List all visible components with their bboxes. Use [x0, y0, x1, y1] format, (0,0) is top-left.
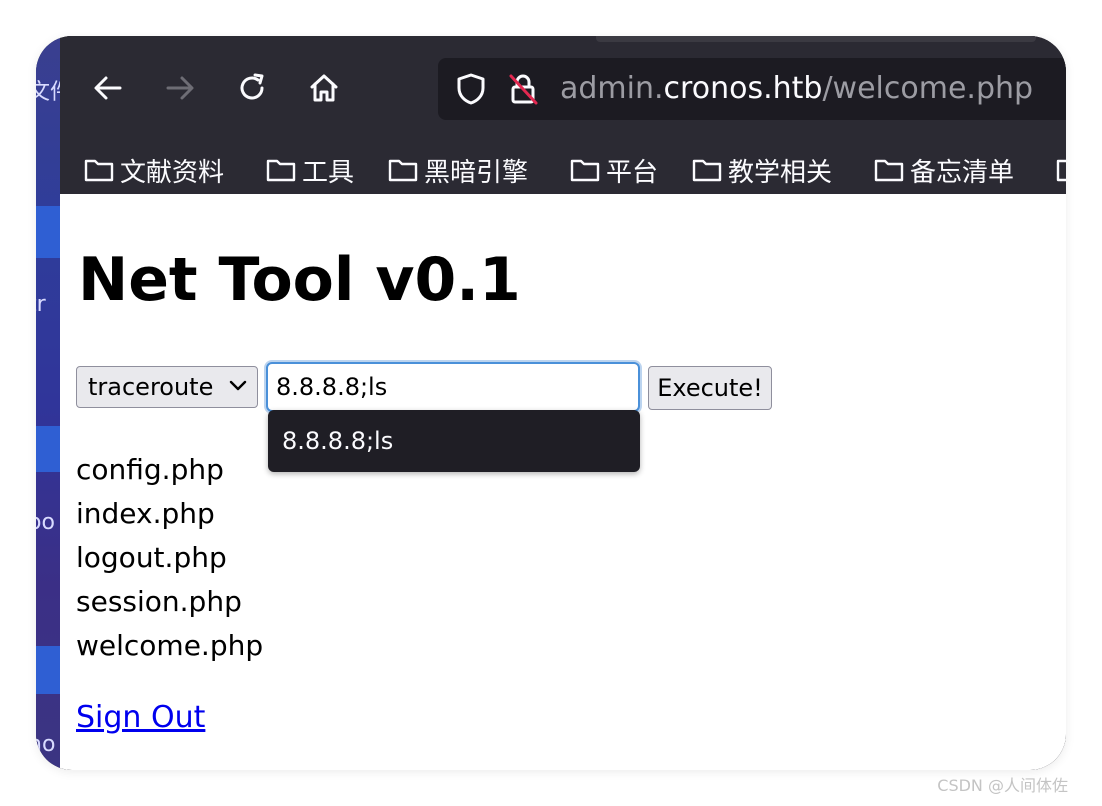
- command-output: config.php index.php logout.php session.…: [76, 448, 263, 668]
- page-title: Net Tool v0.1: [78, 245, 521, 315]
- bookmark-folder[interactable]: 黑暗引擎: [388, 146, 528, 194]
- tab-strip-edge: [596, 36, 1036, 42]
- desktop-highlight: [36, 646, 60, 694]
- page-content: Net Tool v0.1 traceroute 8.8.8.8;ls Exec…: [60, 194, 1066, 770]
- output-file: session.php: [76, 585, 242, 618]
- screenshot-frame: 文件 tr oo no: [36, 36, 1066, 770]
- bookmark-label: 教学相关: [728, 157, 833, 188]
- forward-button[interactable]: [160, 68, 200, 108]
- bookmark-label: 工具: [302, 157, 355, 188]
- insecure-lock-icon: [509, 74, 538, 105]
- arrow-left-icon: [94, 76, 122, 100]
- url-text: admin.cronos.htb/welcome.php: [560, 72, 1033, 106]
- bookmark-folder[interactable]: 备忘清单: [874, 146, 1014, 194]
- command-select[interactable]: traceroute: [76, 366, 258, 408]
- host-input[interactable]: 8.8.8.8;ls: [266, 362, 640, 412]
- bookmark-label: 黑暗引擎: [424, 157, 529, 188]
- reload-button[interactable]: [232, 68, 272, 108]
- execute-button-label: Execute!: [657, 374, 763, 402]
- output-file: welcome.php: [76, 629, 264, 662]
- command-select-value: traceroute: [88, 373, 214, 401]
- back-button[interactable]: [88, 68, 128, 108]
- bookmark-folder-partial[interactable]: [1056, 146, 1066, 194]
- bookmark-folder[interactable]: 平台: [570, 146, 658, 194]
- folder-icon: [1056, 159, 1066, 182]
- watermark: CSDN @人间体佐: [937, 776, 1068, 795]
- address-bar[interactable]: admin.cronos.htb/welcome.php: [438, 58, 1066, 120]
- reload-icon: [240, 73, 264, 100]
- desktop-label: 文件: [36, 80, 60, 105]
- url-host: cronos.htb: [663, 71, 823, 106]
- chevron-down-icon: [229, 380, 247, 391]
- desktop-label: tr: [36, 292, 46, 317]
- desktop-highlight: [36, 426, 60, 472]
- bookmark-label: 备忘清单: [910, 157, 1015, 188]
- output-file: index.php: [76, 497, 215, 530]
- bookmark-label: 文献资料: [120, 157, 225, 188]
- arrow-right-icon: [166, 76, 194, 100]
- folder-icon: [388, 159, 418, 182]
- bookmark-label: 平台: [606, 157, 659, 188]
- folder-icon: [266, 159, 296, 182]
- autocomplete-dropdown[interactable]: 8.8.8.8;ls: [268, 410, 640, 472]
- browser-window: admin.cronos.htb/welcome.php 文献资料 工具 黑暗引…: [60, 36, 1066, 770]
- folder-icon: [570, 159, 600, 182]
- desktop-highlight: [36, 206, 60, 258]
- folder-icon: [692, 159, 722, 182]
- desktop-background: 文件 tr oo no: [36, 36, 60, 770]
- sign-out-link[interactable]: Sign Out: [76, 700, 205, 735]
- execute-button[interactable]: Execute!: [648, 366, 772, 410]
- host-input-value: 8.8.8.8;ls: [276, 373, 388, 401]
- autocomplete-item[interactable]: 8.8.8.8;ls: [282, 427, 393, 455]
- browser-toolbar: admin.cronos.htb/welcome.php: [60, 36, 1066, 146]
- home-button[interactable]: [304, 68, 344, 108]
- url-subdomain: admin.: [560, 71, 664, 106]
- url-path: /welcome.php: [822, 71, 1034, 106]
- desktop-label: oo: [36, 510, 55, 535]
- desktop-label: no: [36, 732, 56, 757]
- home-icon: [310, 74, 338, 102]
- bookmark-folder[interactable]: 文献资料: [84, 146, 224, 194]
- bookmarks-bar: 文献资料 工具 黑暗引擎 平台 教学相关 备忘清单: [60, 146, 1066, 194]
- shield-icon: [457, 73, 485, 105]
- folder-icon: [84, 159, 114, 182]
- bookmark-folder[interactable]: 工具: [266, 146, 354, 194]
- output-file: config.php: [76, 453, 224, 486]
- bookmark-folder[interactable]: 教学相关: [692, 146, 832, 194]
- output-file: logout.php: [76, 541, 227, 574]
- folder-icon: [874, 159, 904, 182]
